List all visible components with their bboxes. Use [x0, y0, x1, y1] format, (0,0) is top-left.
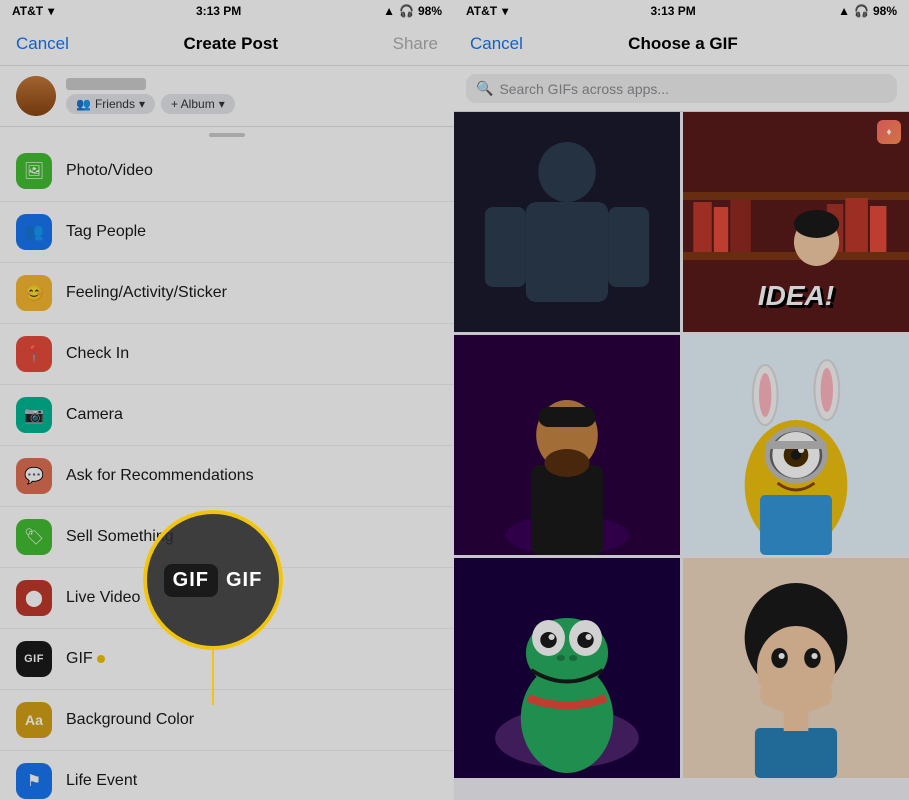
drag-handle-area: [0, 127, 454, 141]
left-status-right: ▲ 🎧 98%: [383, 4, 442, 18]
bluetooth-icon-left: 🎧: [399, 4, 414, 18]
cancel-button-right[interactable]: Cancel: [470, 34, 523, 54]
search-bar: 🔍 Search GIFs across apps...: [454, 66, 909, 112]
check-in-icon: 📍: [16, 336, 52, 372]
idea-text: IDEA!: [758, 280, 834, 311]
feeling-label: Feeling/Activity/Sticker: [66, 284, 227, 302]
friends-button[interactable]: 👥 Friends ▾: [66, 94, 155, 114]
gif-item-kermit[interactable]: [454, 558, 680, 778]
idea-accent-icon: ♦: [877, 120, 901, 144]
carrier-left: AT&T: [12, 4, 43, 18]
gif-grid: IDEA! ♦: [454, 112, 909, 800]
gif-dot-indicator: [97, 655, 105, 663]
right-status-right: ▲ 🎧 98%: [838, 4, 897, 18]
menu-item-background-color[interactable]: Aa Background Color: [0, 690, 454, 751]
wifi-icon-left: ▾: [48, 4, 54, 18]
time-left: 3:13 PM: [196, 4, 241, 18]
friends-label: Friends: [95, 97, 135, 111]
left-panel: AT&T ▾ 3:13 PM ▲ 🎧 98% Cancel Create Pos…: [0, 0, 454, 800]
aa-icon-text: Aa: [25, 712, 43, 728]
profile-buttons: 👥 Friends ▾ + Album ▾: [66, 94, 235, 114]
search-input-wrapper[interactable]: 🔍 Search GIFs across apps...: [466, 74, 897, 103]
share-button-left[interactable]: Share: [393, 34, 438, 54]
location-icon-right: ▲: [838, 4, 850, 18]
profile-info: 👥 Friends ▾ + Album ▾: [66, 78, 235, 114]
photo-video-label: Photo/Video: [66, 162, 153, 180]
cancel-button-left[interactable]: Cancel: [16, 34, 69, 54]
camera-label: Camera: [66, 406, 123, 424]
gif-item-girl[interactable]: [683, 558, 909, 778]
menu-item-live-video[interactable]: ⬤ Live Video: [0, 568, 454, 629]
menu-item-tag-people[interactable]: 👥 Tag People: [0, 202, 454, 263]
wrestler-graphic: [454, 112, 680, 332]
menu-item-photo-video[interactable]: 🖼 Photo/Video: [0, 141, 454, 202]
menu-item-camera[interactable]: 📷 Camera: [0, 385, 454, 446]
battery-right: 98%: [873, 4, 897, 18]
live-video-label: Live Video: [66, 589, 140, 607]
bluetooth-icon-right: 🎧: [854, 4, 869, 18]
life-event-icon: ⚑: [16, 763, 52, 799]
profile-area: 👥 Friends ▾ + Album ▾: [0, 66, 454, 127]
friends-chevron: ▾: [139, 97, 145, 111]
menu-list: 🖼 Photo/Video 👥 Tag People 😊 Feeling/Act…: [0, 141, 454, 800]
right-status-bar: AT&T ▾ 3:13 PM ▲ 🎧 98%: [454, 0, 909, 22]
kermit-graphic: [454, 558, 680, 778]
gif-label: GIF: [66, 650, 93, 668]
gif-icon-text: GIF: [24, 653, 44, 665]
life-event-label: Life Event: [66, 772, 137, 790]
idea-text-overlay: IDEA!: [758, 280, 834, 312]
avatar-image: [16, 76, 56, 116]
menu-item-life-event[interactable]: ⚑ Life Event: [0, 751, 454, 800]
right-status-left: AT&T ▾: [466, 4, 508, 18]
menu-item-check-in[interactable]: 📍 Check In: [0, 324, 454, 385]
minion-graphic: [683, 335, 909, 555]
ask-recommendations-icon: 💬: [16, 458, 52, 494]
location-icon-left: ▲: [383, 4, 395, 18]
live-video-icon: ⬤: [16, 580, 52, 616]
left-nav-bar: Cancel Create Post Share: [0, 22, 454, 66]
wifi-icon-right: ▾: [502, 4, 508, 18]
create-post-title: Create Post: [184, 34, 278, 54]
gif-icon: GIF: [16, 641, 52, 677]
battery-left: 98%: [418, 4, 442, 18]
tag-people-label: Tag People: [66, 223, 146, 241]
background-color-label: Background Color: [66, 711, 194, 729]
carrier-right: AT&T: [466, 4, 497, 18]
gif-item-minion[interactable]: [683, 335, 909, 555]
time-right: 3:13 PM: [650, 4, 695, 18]
album-label: + Album: [171, 97, 215, 111]
friends-icon: 👥: [76, 97, 91, 111]
right-nav-bar: Cancel Choose a GIF: [454, 22, 909, 66]
search-icon: 🔍: [476, 80, 493, 97]
left-status-bar: AT&T ▾ 3:13 PM ▲ 🎧 98%: [0, 0, 454, 22]
menu-item-gif[interactable]: GIF GIF: [0, 629, 454, 690]
girl-graphic: [683, 558, 909, 778]
album-button[interactable]: + Album ▾: [161, 94, 235, 114]
photo-video-icon: 🖼: [16, 153, 52, 189]
avatar: [16, 76, 56, 116]
gif-item-bearded[interactable]: [454, 335, 680, 555]
background-color-icon: Aa: [16, 702, 52, 738]
sell-something-label: Sell Something: [66, 528, 174, 546]
ask-recommendations-label: Ask for Recommendations: [66, 467, 254, 485]
camera-icon: 📷: [16, 397, 52, 433]
feeling-icon: 😊: [16, 275, 52, 311]
gif-item-idea[interactable]: IDEA! ♦: [683, 112, 909, 332]
check-in-label: Check In: [66, 345, 129, 363]
search-placeholder-text: Search GIFs across apps...: [499, 81, 669, 97]
right-panel: AT&T ▾ 3:13 PM ▲ 🎧 98% Cancel Choose a G…: [454, 0, 909, 800]
drag-handle: [209, 133, 245, 137]
choose-gif-title: Choose a GIF: [628, 34, 738, 54]
bearded-graphic: [454, 335, 680, 555]
gif-item-wrestler[interactable]: [454, 112, 680, 332]
left-status-left: AT&T ▾: [12, 4, 54, 18]
album-chevron: ▾: [219, 97, 225, 111]
profile-name-placeholder: [66, 78, 146, 90]
tag-people-icon: 👥: [16, 214, 52, 250]
menu-item-feeling[interactable]: 😊 Feeling/Activity/Sticker: [0, 263, 454, 324]
menu-item-ask-recommendations[interactable]: 💬 Ask for Recommendations: [0, 446, 454, 507]
menu-item-sell-something[interactable]: 🏷 Sell Something: [0, 507, 454, 568]
sell-something-icon: 🏷: [16, 519, 52, 555]
